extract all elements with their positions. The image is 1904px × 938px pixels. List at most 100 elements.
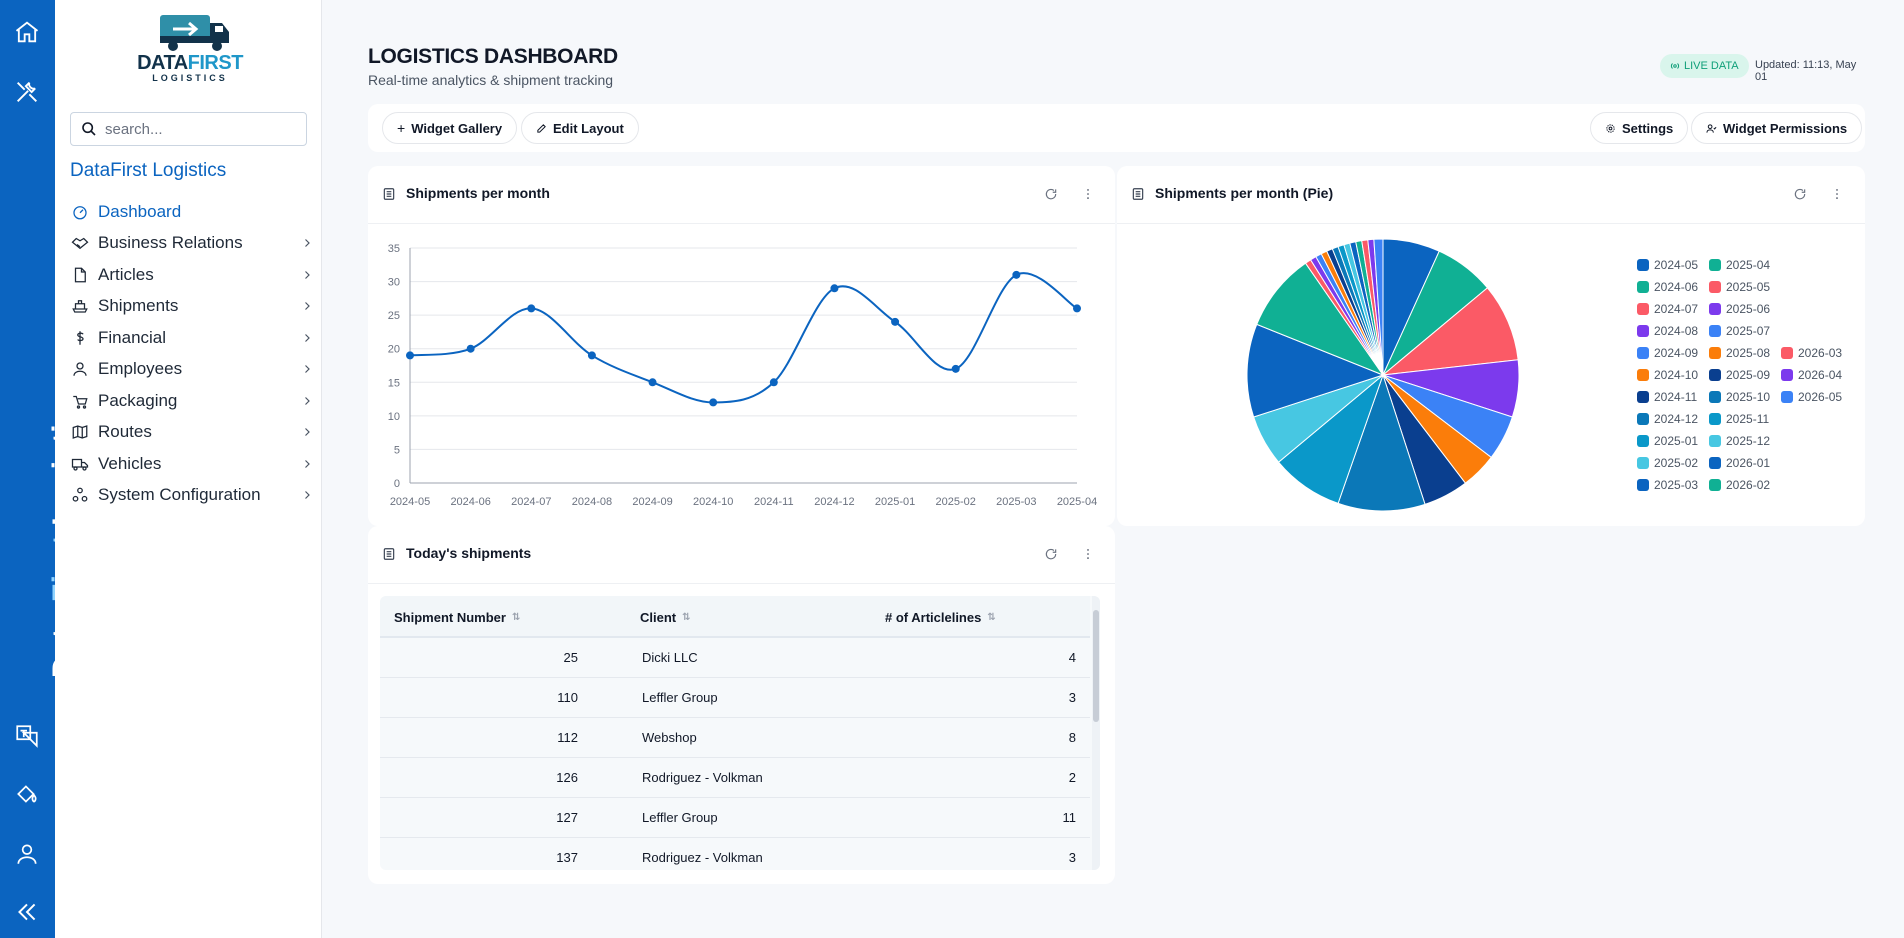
legend-item[interactable]: 2025-05 (1709, 280, 1770, 294)
legend-swatch (1709, 369, 1721, 381)
table-row[interactable]: 126 Rodriguez - Volkman 2 (380, 758, 1090, 798)
legend-swatch (1637, 435, 1649, 447)
y-tick-label: 5 (394, 444, 400, 456)
x-tick-label: 2024-06 (450, 496, 490, 508)
widget-header: Today's shipments (368, 526, 1115, 584)
home-icon[interactable] (11, 16, 43, 48)
config-icon (70, 485, 90, 505)
paint-bucket-icon[interactable] (11, 778, 43, 810)
legend-item[interactable]: 2025-04 (1709, 258, 1770, 272)
refresh-icon[interactable] (1044, 547, 1058, 561)
column-header-client[interactable]: Client ⇅ (640, 610, 691, 625)
legend-item[interactable]: 2024-11 (1637, 390, 1697, 404)
legend-swatch (1781, 369, 1793, 381)
widget-gallery-button[interactable]: + Widget Gallery (382, 112, 518, 144)
refresh-icon[interactable] (1793, 187, 1807, 201)
series-line (409, 272, 1078, 404)
table-row[interactable]: 110 Leffler Group 3 (380, 678, 1090, 718)
legend-item[interactable]: 2026-02 (1709, 478, 1770, 492)
todays-shipments-widget: Today's shipments Shipment Number ⇅ Clien… (368, 526, 1115, 884)
legend-item[interactable]: 2024-09 (1637, 346, 1698, 360)
more-icon[interactable] (1081, 187, 1095, 201)
legend-item[interactable]: 2026-04 (1781, 368, 1842, 382)
legend-item[interactable]: 2024-08 (1637, 324, 1698, 338)
truck-logo-icon (160, 15, 229, 51)
x-tick-label: 2024-08 (572, 496, 612, 508)
collapse-icon[interactable] (11, 896, 43, 928)
ship-icon (70, 296, 90, 316)
more-icon[interactable] (1081, 547, 1095, 561)
legend-swatch (1709, 435, 1721, 447)
legend-swatch (1637, 347, 1649, 359)
table-row[interactable]: 25 Dicki LLC 4 (380, 638, 1090, 678)
legend-item[interactable]: 2025-10 (1709, 390, 1770, 404)
legend-item[interactable]: 2024-06 (1637, 280, 1698, 294)
sort-icon: ⇅ (987, 612, 996, 623)
table-scrollbar[interactable] (1092, 596, 1100, 870)
legend-item[interactable]: 2025-01 (1637, 434, 1698, 448)
data-point (709, 398, 718, 407)
page-subtitle: Real-time analytics & shipment tracking (368, 72, 614, 88)
data-point (527, 304, 536, 313)
legend-item[interactable]: 2024-05 (1637, 258, 1698, 272)
legend-item[interactable]: 2025-07 (1709, 324, 1770, 338)
more-icon[interactable] (1830, 187, 1844, 201)
tools-icon[interactable] (11, 76, 43, 108)
legend-item[interactable]: 2025-11 (1709, 412, 1769, 426)
map-icon (70, 422, 90, 442)
sidebar-item-label: Shipments (98, 296, 179, 316)
sidebar-item-system-configuration[interactable]: System Configuration (70, 480, 315, 512)
table-row[interactable]: 137 Rodriguez - Volkman 3 (380, 838, 1090, 870)
legend-item[interactable]: 2025-08 (1709, 346, 1770, 360)
legend-item[interactable]: 2025-06 (1709, 302, 1770, 316)
company-logo[interactable]: DATAFIRST LOGISTICS (135, 10, 245, 85)
legend-label: 2025-09 (1726, 368, 1771, 382)
legend-label: 2024-12 (1654, 412, 1699, 426)
sidebar-item-financial[interactable]: Financial (70, 322, 315, 354)
legend-item[interactable]: 2026-03 (1781, 346, 1842, 360)
sidebar-item-business-relations[interactable]: Business Relations (70, 228, 315, 260)
sidebar-item-articles[interactable]: Articles (70, 259, 315, 291)
settings-button[interactable]: Settings (1590, 112, 1689, 144)
column-header-articlelines[interactable]: # of Articlelines ⇅ (885, 610, 996, 625)
legend-item[interactable]: 2025-03 (1637, 478, 1698, 492)
handshake-icon (70, 233, 90, 253)
legend-label: 2026-02 (1726, 478, 1771, 492)
widget-permissions-button[interactable]: Widget Permissions (1691, 112, 1863, 144)
legend-item[interactable]: 2025-02 (1637, 456, 1698, 470)
sidebar-item-label: Packaging (98, 390, 178, 410)
user-icon[interactable] (11, 838, 43, 870)
edit-layout-button[interactable]: Edit Layout (521, 112, 639, 144)
x-tick-label: 2024-09 (632, 496, 672, 508)
legend-item[interactable]: 2024-10 (1637, 368, 1698, 382)
table-row[interactable]: 112 Webshop 8 (380, 718, 1090, 758)
legend-item[interactable]: 2026-01 (1709, 456, 1770, 470)
chevron-right-icon (301, 488, 315, 502)
widget-title: Shipments per month (Pie) (1155, 185, 1334, 201)
table-row[interactable]: 127 Leffler Group 11 (380, 798, 1090, 838)
sidebar-item-packaging[interactable]: Packaging (70, 385, 315, 417)
legend-label: 2024-09 (1654, 346, 1699, 360)
y-tick-label: 30 (388, 277, 400, 289)
sidebar-item-routes[interactable]: Routes (70, 417, 315, 449)
legend-item[interactable]: 2024-12 (1637, 412, 1698, 426)
translate-icon[interactable] (11, 720, 43, 752)
sidebar-item-dashboard[interactable]: Dashboard (70, 196, 315, 228)
legend-item[interactable]: 2025-12 (1709, 434, 1770, 448)
edit-layout-label: Edit Layout (553, 120, 624, 136)
sidebar-item-employees[interactable]: Employees (70, 354, 315, 386)
legend-swatch (1637, 303, 1649, 315)
sidebar-item-vehicles[interactable]: Vehicles (70, 448, 315, 480)
column-header-shipment-number[interactable]: Shipment Number ⇅ (394, 610, 520, 625)
y-tick-label: 20 (388, 344, 400, 356)
refresh-icon[interactable] (1044, 187, 1058, 201)
legend-item[interactable]: 2024-07 (1637, 302, 1698, 316)
legend-label: 2024-11 (1654, 390, 1698, 404)
legend-item[interactable]: 2025-09 (1709, 368, 1770, 382)
scrollbar-thumb[interactable] (1093, 610, 1099, 722)
sidebar-item-shipments[interactable]: Shipments (70, 291, 315, 323)
legend-item[interactable]: 2026-05 (1781, 390, 1842, 404)
shipments-table: Shipment Number ⇅ Client ⇅ # of Articlelin… (380, 596, 1100, 870)
widget-header: Shipments per month (368, 166, 1115, 224)
search-input[interactable] (105, 120, 295, 138)
